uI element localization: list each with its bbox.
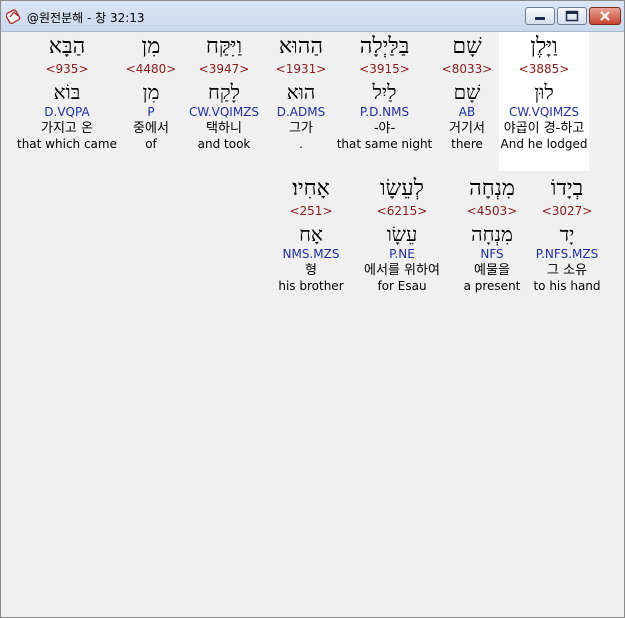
parse-code: P.D.NMS xyxy=(359,105,410,119)
hebrew-word: וַיָּלֶן xyxy=(530,34,558,59)
hebrew-word: בַּלַּיְלָה xyxy=(359,34,410,59)
hebrew-word: לְעֵשָׂו xyxy=(380,176,424,201)
lemma-word: מִנְחָה xyxy=(471,222,513,246)
app-icon xyxy=(5,8,22,25)
strong-number[interactable]: <1931> xyxy=(256,62,346,76)
word-cell[interactable]: וַיָּלֶן <3885> לוּן CW.VQIMZS 야곱이 경-하고 … xyxy=(499,32,589,171)
korean-gloss: 그가 xyxy=(289,121,313,136)
korean-gloss: 가지고 온 xyxy=(41,121,93,136)
close-button[interactable] xyxy=(589,7,621,25)
app-window: @원전분해 - 창 32:13 וַיָּלֶן <3885> לוּן CW.… xyxy=(0,0,625,618)
lemma-word: בּוֹא xyxy=(53,80,81,104)
strong-number[interactable]: <3885> xyxy=(499,62,589,76)
lemma-word: עֵשָׂו xyxy=(386,222,418,246)
korean-gloss: 야곱이 경-하고 xyxy=(503,121,585,136)
word-cell[interactable]: הַהוּא <1931> הוּא D.ADMS 그가 . xyxy=(256,32,346,152)
hebrew-word: הַבָּא xyxy=(48,34,86,59)
parse-code: CW.VQIMZS xyxy=(508,105,580,119)
korean-gloss: 에서를 위하여 xyxy=(364,263,440,278)
lemma-word: הוּא xyxy=(286,80,316,104)
maximize-button[interactable] xyxy=(557,7,587,25)
lemma-word: לוּן xyxy=(534,80,554,104)
word-cell[interactable]: הַבָּא <935> בּוֹא D.VQPA 가지고 온 that whi… xyxy=(14,32,120,152)
korean-gloss: 예물을 xyxy=(474,263,510,278)
word-cell[interactable]: לְעֵשָׂו <6215> עֵשָׂו P.NE 에서를 위하여 for … xyxy=(347,174,457,294)
window-title: @원전분해 - 창 32:13 xyxy=(27,11,145,25)
lemma-word: אָח xyxy=(299,222,323,246)
parse-code: D.ADMS xyxy=(276,105,326,119)
interlinear-panel: וַיָּלֶן <3885> לוּן CW.VQIMZS 야곱이 경-하고 … xyxy=(2,32,623,617)
english-gloss: And he lodged xyxy=(500,137,588,151)
english-gloss: . xyxy=(299,137,303,151)
english-gloss: his brother xyxy=(278,279,344,293)
english-gloss: that same night xyxy=(336,137,433,151)
strong-number[interactable]: <251> xyxy=(266,204,356,218)
strong-number[interactable]: <935> xyxy=(14,62,120,76)
hebrew-word: מִנְחָה xyxy=(469,176,515,201)
parse-code: NMS.MZS xyxy=(282,247,340,261)
korean-gloss: 형 xyxy=(305,263,317,278)
hebrew-word: אָחִיו׃ xyxy=(292,176,330,201)
parse-code: NFS xyxy=(480,247,504,261)
word-cell[interactable]: מִנְחָה <4503> מִנְחָה NFS 예물을 a present xyxy=(447,174,537,294)
parse-code: D.VQPA xyxy=(44,105,90,119)
word-cell[interactable]: בַּלַּיְלָה <3915> לַיִל P.D.NMS -야- tha… xyxy=(332,32,437,152)
english-gloss: that which came xyxy=(17,137,117,151)
english-gloss: a present xyxy=(463,279,521,293)
strong-number[interactable]: <4503> xyxy=(447,204,537,218)
strong-number[interactable]: <6215> xyxy=(347,204,457,218)
strong-number[interactable]: <3915> xyxy=(332,62,437,76)
english-gloss: for Esau xyxy=(377,279,427,293)
korean-gloss: -야- xyxy=(373,121,396,136)
lemma-word: לַיִל xyxy=(372,80,397,104)
word-cell[interactable]: אָחִיו׃ <251> אָח NMS.MZS 형 his brother xyxy=(266,174,356,294)
hebrew-word: הַהוּא xyxy=(278,34,324,59)
minimize-button[interactable] xyxy=(525,7,555,25)
parse-code: P.NE xyxy=(389,247,415,261)
title-bar[interactable]: @원전분해 - 창 32:13 xyxy=(1,1,624,32)
